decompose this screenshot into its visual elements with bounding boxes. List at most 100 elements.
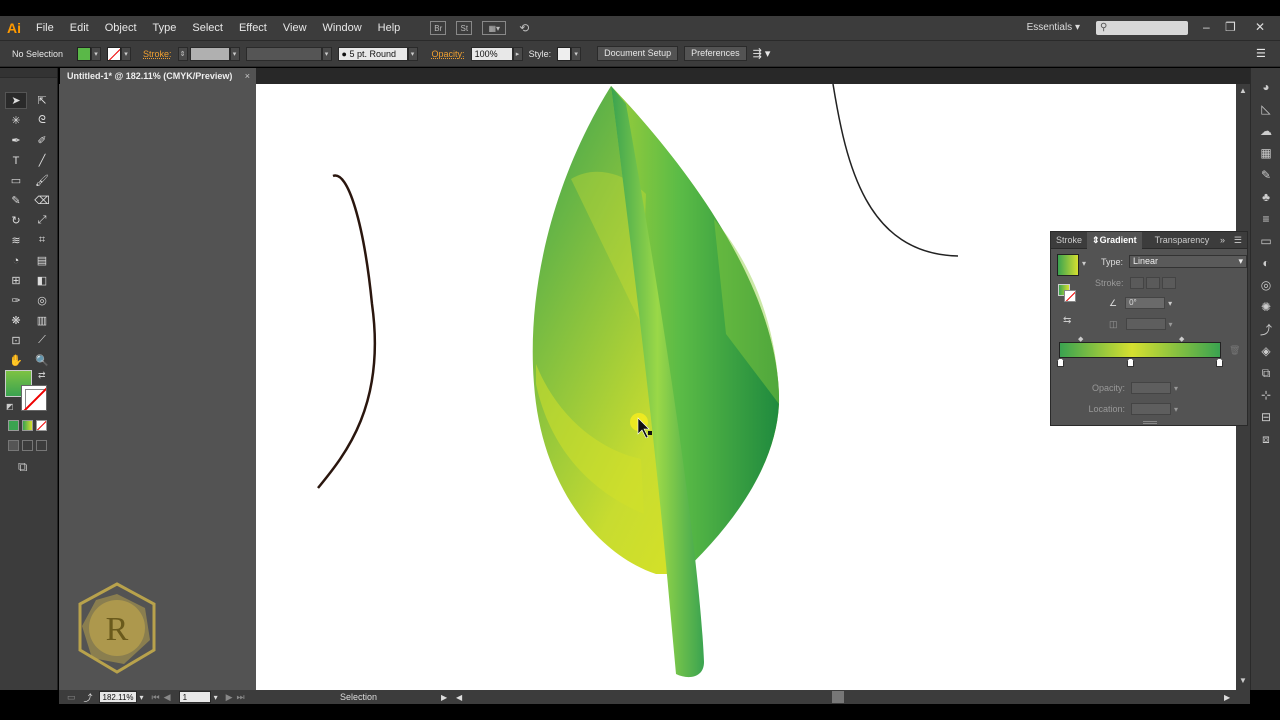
search-input[interactable]: ⚲ [1096, 21, 1188, 35]
gradient-thumbnail[interactable] [1057, 254, 1079, 276]
tab-transparency[interactable]: Transparency [1150, 232, 1215, 249]
menu-view[interactable]: View [275, 16, 315, 40]
next-artboard-icon[interactable]: ▶ [226, 692, 233, 703]
fill-dropdown[interactable]: ▾ [91, 46, 102, 61]
none-mode-icon[interactable] [36, 420, 47, 431]
type-tool-icon[interactable]: T [5, 152, 27, 169]
free-transform-tool-icon[interactable]: ⌗ [31, 232, 53, 249]
angle-field[interactable]: 0° [1125, 297, 1166, 309]
opacity-dropdown[interactable]: ▸ [512, 46, 523, 61]
pencil-tool-icon[interactable]: ✎ [5, 192, 27, 209]
gradient-presets-dropdown[interactable]: ▾ [1082, 259, 1086, 268]
menu-window[interactable]: Window [315, 16, 370, 40]
stroke-label[interactable]: Stroke: [143, 49, 172, 59]
restore-icon[interactable]: ❐ [1225, 16, 1236, 38]
stroke-weight-field[interactable] [189, 46, 230, 61]
stock-icon[interactable]: St [456, 21, 473, 35]
tab-stroke[interactable]: Stroke [1051, 232, 1087, 249]
gradient-panel-icon[interactable]: ▭ [1251, 230, 1280, 252]
color-panel-icon[interactable]: ◕ [1251, 76, 1280, 98]
first-artboard-icon[interactable]: ⏮ [152, 692, 160, 703]
transparency-panel-icon[interactable]: ◐ [1251, 252, 1280, 274]
layers-icon[interactable]: ◈ [1251, 340, 1280, 362]
fill-swatch[interactable] [77, 46, 92, 61]
draw-behind-icon[interactable] [22, 440, 33, 451]
minimize-icon[interactable]: – [1203, 16, 1210, 38]
bridge-icon[interactable]: Br [430, 21, 447, 35]
opacity-label[interactable]: Opacity: [432, 49, 465, 59]
scroll-down-icon[interactable]: ▼ [1239, 676, 1247, 685]
close-tab-icon[interactable]: × [245, 68, 250, 84]
draw-inside-icon[interactable] [36, 440, 47, 451]
pen-tool-icon[interactable]: ✒ [5, 132, 27, 149]
asset-export-icon[interactable]: ⤴ [1251, 318, 1280, 340]
gradient-tool-icon[interactable]: ◧ [31, 272, 53, 289]
zoom-dropdown[interactable]: ▾ [140, 693, 144, 702]
hand-tool-icon[interactable]: ✋ [5, 352, 27, 369]
lasso-tool-icon[interactable]: ᘓ [31, 112, 53, 129]
stop-location-dropdown[interactable]: ▾ [1174, 405, 1178, 414]
menu-object[interactable]: Object [97, 16, 145, 40]
status-menu-icon[interactable]: ▶ [441, 693, 447, 702]
scale-tool-icon[interactable]: ⤢ [31, 212, 53, 229]
stop-opacity-field[interactable] [1131, 382, 1171, 394]
direct-selection-tool-icon[interactable]: ⇱ [31, 92, 53, 109]
stroke-panel-icon[interactable]: ≡ [1251, 208, 1280, 230]
gradient-mode-icon[interactable] [22, 420, 33, 431]
brush-definition-field[interactable]: ● 5 pt. Round [337, 46, 408, 61]
stroke-color-box[interactable] [21, 385, 47, 411]
zoom-field[interactable]: 182.11% [98, 691, 137, 703]
graphic-style-swatch[interactable] [557, 46, 572, 61]
gradient-stop-3[interactable] [1216, 358, 1223, 367]
align-icon[interactable]: ⊟ [1251, 406, 1280, 428]
control-panel-menu-icon[interactable]: ☰ [1256, 47, 1266, 60]
draw-normal-icon[interactable] [8, 440, 19, 451]
menu-edit[interactable]: Edit [62, 16, 97, 40]
artboard-nav-icon[interactable]: ▭ [67, 692, 76, 703]
curve-stroke-right[interactable] [832, 84, 959, 257]
previous-artboard-icon[interactable]: ◀ [164, 692, 171, 703]
stroke-within-button[interactable] [1129, 277, 1144, 289]
panel-menu-icon[interactable]: ☰ [1234, 235, 1242, 246]
appearance-icon[interactable]: ◎ [1251, 274, 1280, 296]
style-dropdown[interactable]: ▾ [571, 46, 582, 61]
curve-stroke-left[interactable] [317, 174, 377, 489]
rectangle-tool-icon[interactable]: ▭ [5, 172, 27, 189]
collapse-panel-icon[interactable]: » [1220, 235, 1225, 245]
paintbrush-tool-icon[interactable]: 🖌 [31, 172, 53, 189]
profile-dropdown[interactable]: ▾ [321, 46, 332, 61]
menu-select[interactable]: Select [184, 16, 231, 40]
slice-tool-icon[interactable]: ⟋ [31, 332, 53, 349]
angle-dropdown[interactable]: ▾ [1168, 299, 1172, 308]
curvature-tool-icon[interactable]: ✐ [31, 132, 53, 149]
pathfinder-icon[interactable]: ⧈ [1251, 428, 1280, 450]
swap-fill-stroke-icon[interactable]: ⇄ [38, 370, 46, 381]
scroll-right-icon[interactable]: ▶ [1224, 693, 1230, 702]
aspect-ratio-dropdown[interactable]: ▾ [1169, 320, 1173, 329]
stop-opacity-dropdown[interactable]: ▾ [1174, 384, 1178, 393]
brush-dropdown[interactable]: ▾ [407, 46, 418, 61]
eyedropper-tool-icon[interactable]: ✑ [5, 292, 27, 309]
menu-type[interactable]: Type [145, 16, 185, 40]
menu-effect[interactable]: Effect [231, 16, 275, 40]
panel-resize-grip[interactable] [1143, 421, 1157, 424]
artboard-dropdown[interactable]: ▾ [214, 693, 218, 702]
stroke-weight-dropdown[interactable]: ▾ [229, 46, 240, 61]
preferences-button[interactable]: Preferences [684, 46, 747, 61]
gradient-stroke-icon[interactable] [1064, 290, 1076, 302]
tools-panel-grip[interactable] [0, 68, 57, 78]
stroke-weight-stepper[interactable]: ⇕ [177, 46, 188, 61]
symbol-sprayer-tool-icon[interactable]: ❋ [5, 312, 27, 329]
reverse-gradient-icon[interactable]: ⇆ [1063, 315, 1071, 326]
document-tab[interactable]: Untitled-1* @ 182.11% (CMYK/Preview) × [60, 68, 256, 84]
artboard-tool-icon[interactable]: ⊡ [5, 332, 27, 349]
brushes-icon[interactable]: ✎ [1251, 164, 1280, 186]
opacity-field[interactable]: 100% [470, 46, 513, 61]
variable-width-profile[interactable] [245, 46, 322, 61]
gradient-slider[interactable] [1059, 342, 1221, 358]
graphic-styles-icon[interactable]: ✺ [1251, 296, 1280, 318]
color-guide-icon[interactable]: ◺ [1251, 98, 1280, 120]
menu-file[interactable]: File [28, 16, 62, 40]
rotate-tool-icon[interactable]: ↻ [5, 212, 27, 229]
swatches-icon[interactable]: ▦ [1251, 142, 1280, 164]
